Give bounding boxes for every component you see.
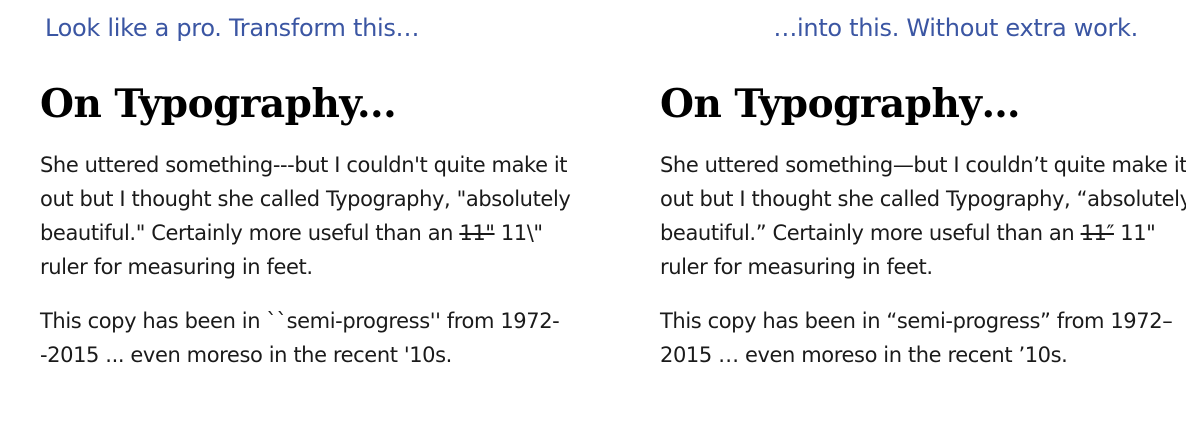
after-paragraph-1: She uttered something—but I couldn’t qui… [660, 148, 1186, 284]
caption-before: Look like a pro. Transform this… [45, 14, 420, 42]
after-heading: On Typography… [660, 81, 1020, 127]
after-struck-text: 11″ [1080, 221, 1115, 245]
before-struck-text: 11" [459, 221, 495, 245]
after-panel: On Typography… She uttered something—but… [660, 80, 1186, 372]
before-paragraph-2: This copy has been in ``semi-progress'' … [40, 309, 560, 367]
before-heading: On Typography... [40, 81, 397, 127]
caption-after: …into this. Without extra work. [773, 14, 1138, 42]
after-paragraph-2: This copy has been in “semi-progress” fr… [660, 309, 1173, 367]
before-paragraph-1: She uttered something---but I couldn't q… [40, 148, 580, 284]
before-panel: On Typography... She uttered something--… [40, 80, 580, 372]
